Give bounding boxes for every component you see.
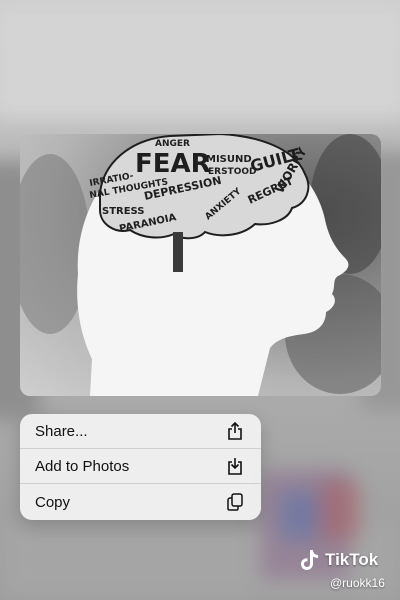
context-menu: Share... Add to Photos Copy [20,414,261,520]
menu-item-label: Copy [35,493,71,511]
svg-text:FEAR: FEAR [135,149,211,179]
download-icon [226,457,244,475]
background-blur-area [280,490,320,540]
svg-text:ANGER: ANGER [155,139,190,149]
background-blur-area [0,0,400,120]
tiktok-watermark: TikTok [300,549,378,571]
menu-item-copy[interactable]: Copy [20,484,261,520]
menu-item-label: Add to Photos [35,457,130,475]
tiktok-brand-label: TikTok [325,550,379,569]
background-blur-area [320,480,360,540]
svg-text:MISUND: MISUND [206,154,252,165]
tiktok-logo-icon [300,549,320,571]
tiktok-username: @ruokk16 [330,576,385,590]
copy-icon [226,493,244,511]
svg-text:STRESS: STRESS [102,206,145,217]
menu-item-share[interactable]: Share... [20,414,261,449]
menu-item-label: Share... [35,422,88,440]
share-icon [226,422,244,440]
image-preview[interactable]: FEAR MISUND ERSTOOD GUILT WORRY IRRATIO-… [20,134,381,396]
head-silhouette-illustration: FEAR MISUND ERSTOOD GUILT WORRY IRRATIO-… [20,134,381,396]
menu-item-add-to-photos[interactable]: Add to Photos [20,449,261,484]
